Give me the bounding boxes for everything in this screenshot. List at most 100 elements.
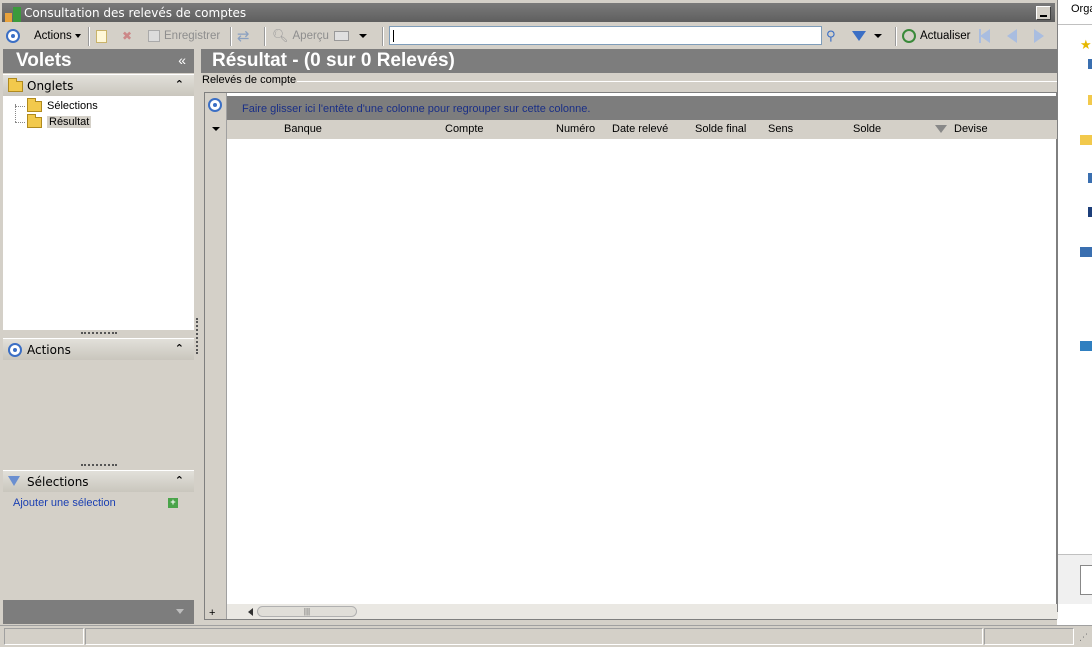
scroll-left-icon[interactable] (248, 608, 253, 616)
column-header-solde-final[interactable]: Solde final (695, 123, 746, 135)
tree-item-label: Résultat (47, 116, 92, 128)
toolbar-options-icon[interactable] (6, 28, 24, 44)
tabs-section-title: Onglets (27, 79, 74, 93)
column-header-banque[interactable]: Banque (284, 123, 322, 135)
status-cell-1 (4, 628, 84, 645)
add-selection-link[interactable]: Ajouter une sélection (13, 497, 116, 509)
search-icon: ⚲ (826, 28, 836, 43)
save-label: Enregistrer (164, 30, 221, 42)
window-title: Consultation des relevés de comptes (24, 6, 247, 20)
next-record-icon[interactable] (1034, 29, 1044, 43)
toolbar: Actions ✖ Enregistrer ⇄ 🔍︎ Aperçu ⚲ Actu… (0, 24, 1057, 48)
folder-icon (27, 97, 42, 112)
refresh-button[interactable]: Actualiser (902, 28, 971, 44)
options-icon (6, 29, 20, 43)
column-header-date-releve[interactable]: Date relevé (612, 123, 668, 135)
column-header-compte[interactable]: Compte (445, 123, 484, 135)
refresh-list-button[interactable]: ⇄ (237, 28, 250, 45)
open-folder-icon (27, 113, 42, 128)
collapse-up-icon[interactable]: ⌃ (175, 342, 184, 355)
search-input[interactable] (389, 26, 822, 45)
tabs-section-header[interactable]: Onglets ⌃ (3, 74, 194, 96)
groupbox-line (297, 81, 1057, 82)
status-bar: ⋰ (0, 625, 1092, 647)
grid-row-selector-column: + (205, 93, 227, 619)
computer-icon (1088, 59, 1092, 69)
tree-item-result[interactable]: Résultat (27, 113, 92, 130)
filter-icon (852, 31, 866, 41)
save-icon (148, 30, 160, 42)
sync-icon: ⇄ (237, 28, 250, 45)
resize-grip-icon[interactable]: ⋰ (1079, 632, 1088, 643)
column-header-devise[interactable]: Devise (954, 123, 988, 135)
filter-icon (8, 476, 20, 486)
actions-icon (8, 343, 22, 357)
previous-record-icon[interactable] (1007, 29, 1017, 43)
star-icon: ★ (1080, 37, 1092, 52)
background-window-title: Orga (1071, 3, 1092, 15)
grid-options-icon[interactable] (208, 98, 222, 112)
folder-icon (8, 78, 23, 92)
actions-section-header[interactable]: Actions ⌃ (3, 338, 194, 360)
folder-icon (1088, 95, 1092, 105)
filter-dropdown-icon (874, 34, 882, 38)
globe-icon (1080, 341, 1092, 351)
tree-item-selections[interactable]: Sélections (27, 97, 98, 114)
delete-button[interactable]: ✖ (122, 28, 132, 44)
selections-section-header[interactable]: Sélections ⌃ (3, 470, 194, 492)
add-green-icon[interactable]: + (168, 498, 178, 508)
search-button[interactable]: ⚲ (826, 28, 836, 44)
collapse-up-icon[interactable]: ⌃ (175, 78, 184, 91)
first-record-icon[interactable] (980, 29, 990, 43)
status-cell-3 (984, 628, 1074, 645)
column-filter-icon[interactable] (935, 125, 947, 133)
column-header-row: Banque Compte Numéro Date relevé Solde f… (227, 120, 1058, 139)
folder-icon (1080, 135, 1092, 145)
resize-grip[interactable] (81, 464, 117, 467)
status-cell-2 (85, 628, 983, 645)
network-icon (1080, 247, 1092, 257)
panels-header: Volets « (3, 49, 194, 73)
new-document-icon (96, 29, 107, 43)
left-panel: Volets « Onglets ⌃ Sélections Résultat A… (3, 49, 194, 625)
tree-item-label: Sélections (47, 100, 98, 112)
first-record-bar (979, 29, 981, 43)
chevron-down-icon[interactable] (176, 609, 184, 614)
refresh-icon (902, 29, 916, 43)
refresh-label: Actualiser (920, 30, 971, 42)
delete-icon: ✖ (122, 29, 133, 43)
result-header: Résultat - (0 sur 0 Relevés) (201, 49, 1057, 73)
column-header-numero[interactable]: Numéro (556, 123, 595, 135)
tabs-tree: Sélections Résultat (3, 96, 194, 330)
selections-body: Ajouter une sélection + (3, 492, 194, 600)
resize-grip[interactable] (81, 332, 117, 335)
group-by-hint: Faire glisser ici l'entête d'une colonne… (242, 103, 591, 115)
save-button[interactable]: Enregistrer (148, 28, 220, 44)
collapse-up-icon[interactable]: ⌃ (175, 474, 184, 487)
data-grid: + Faire glisser ici l'entête d'une colon… (204, 92, 1058, 620)
preview-button[interactable]: 🔍︎ Aperçu (272, 28, 329, 44)
column-chooser-icon[interactable] (212, 127, 220, 131)
print-button[interactable] (334, 28, 367, 44)
app-icon (5, 7, 21, 22)
gear-icon (1080, 565, 1092, 595)
vertical-splitter[interactable] (196, 318, 198, 354)
actions-menu-button[interactable]: Actions (34, 28, 81, 44)
main-window: Consultation des relevés de comptes Acti… (0, 0, 1058, 647)
selections-section-title: Sélections (27, 475, 89, 489)
panels-footer (3, 600, 194, 624)
column-header-solde[interactable]: Solde (853, 123, 881, 135)
new-button[interactable] (96, 28, 111, 44)
collapse-panels-icon[interactable]: « (178, 52, 186, 68)
background-window-body: ★ (1058, 24, 1092, 554)
drive-icon (1088, 207, 1092, 217)
scrollbar-thumb[interactable]: ||| (257, 606, 357, 617)
groupbox-label: Relevés de compte (202, 74, 297, 86)
group-by-panel[interactable]: Faire glisser ici l'entête d'une colonne… (227, 96, 1058, 120)
horizontal-scrollbar[interactable]: ||| (227, 604, 1058, 619)
column-header-sens[interactable]: Sens (768, 123, 793, 135)
expand-plus-icon[interactable]: + (209, 607, 215, 619)
actions-body (3, 360, 194, 462)
filter-button[interactable] (852, 28, 882, 44)
minimize-button[interactable] (1036, 6, 1051, 20)
